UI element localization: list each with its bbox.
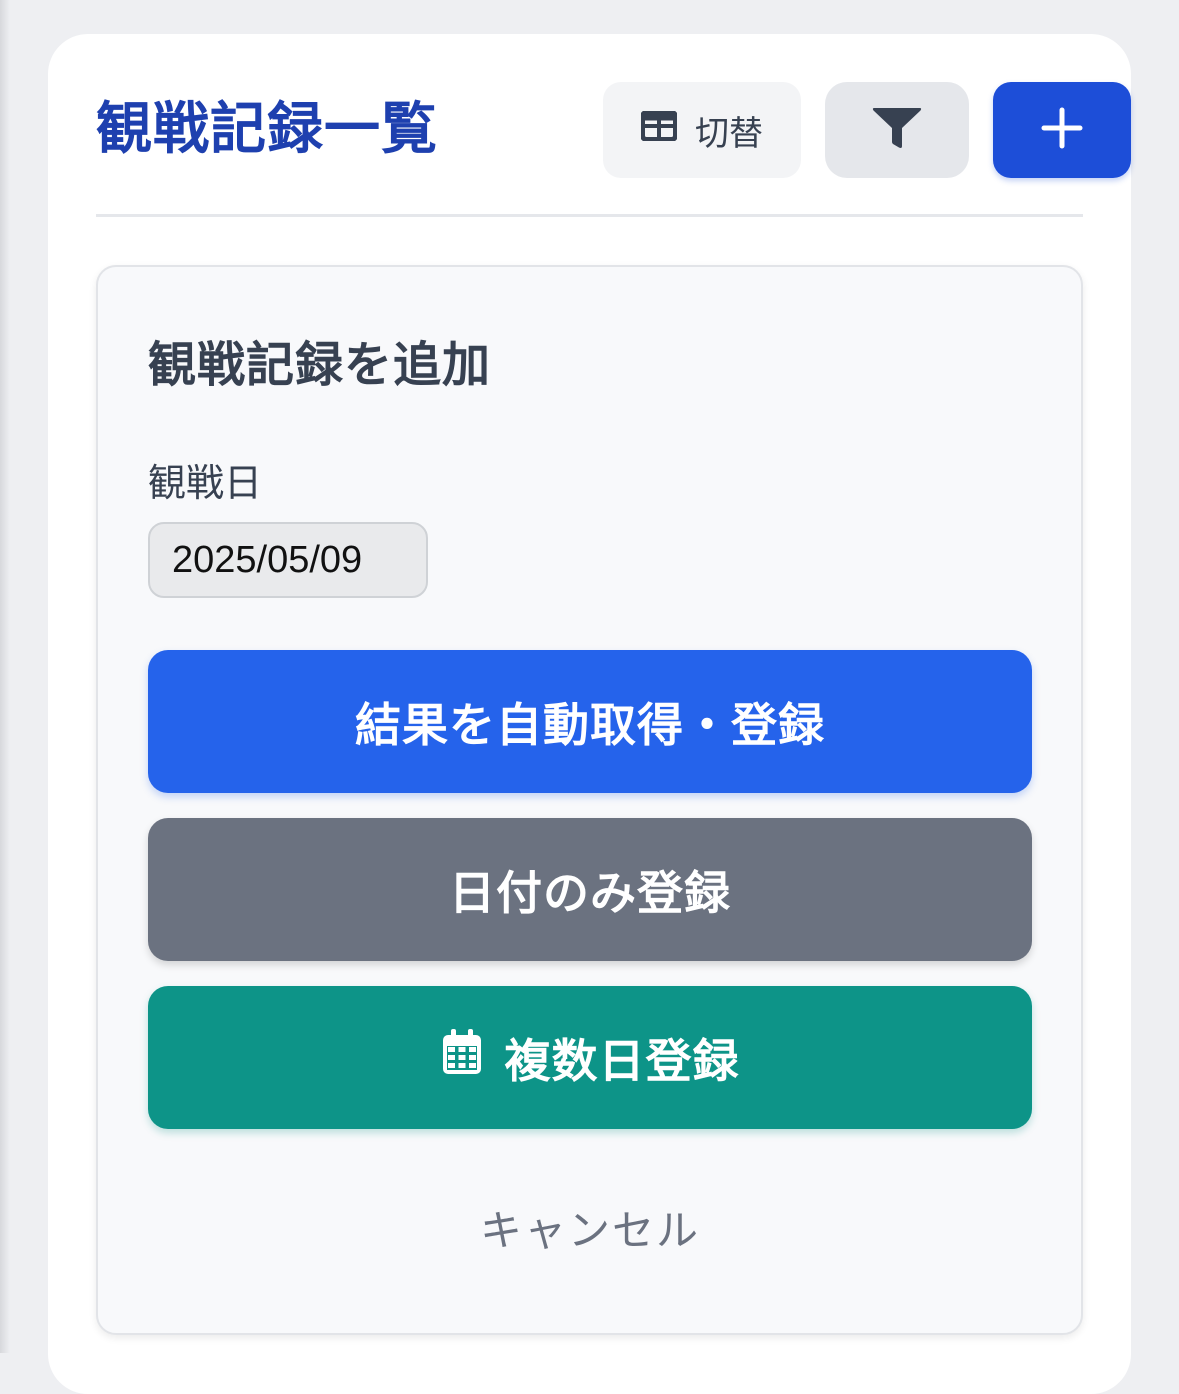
add-record-form: 観戦記録を追加 観戦日 2025/05/09 結果を自動取得・登録 日付のみ登録 [96,265,1083,1335]
add-button[interactable] [993,82,1131,178]
table-icon [640,110,678,150]
main-card: 観戦記録一覧 切替 観戦記録を追加 観戦日 2025/05/09 結果を自動取得… [48,34,1131,1394]
view-toggle-label: 切替 [695,113,763,154]
date-only-register-button[interactable]: 日付のみ登録 [148,818,1032,961]
auto-fetch-register-button[interactable]: 結果を自動取得・登録 [148,650,1032,793]
cancel-button[interactable]: キャンセル [148,1197,1032,1258]
date-only-register-label: 日付のみ登録 [449,865,731,920]
calendar-icon [441,1028,483,1087]
view-toggle-button[interactable]: 切替 [603,82,801,178]
form-title: 観戦記録を追加 [148,337,492,393]
date-field-label: 観戦日 [148,461,263,505]
plus-icon [1041,107,1083,153]
filter-button[interactable] [825,82,969,178]
date-field[interactable]: 2025/05/09 [148,522,428,598]
auto-fetch-register-label: 結果を自動取得・登録 [355,697,825,752]
page-header: 観戦記録一覧 切替 [96,82,1131,178]
page-title: 観戦記録一覧 [96,97,438,162]
page-edge-shadow [0,0,10,1353]
header-divider [96,214,1083,217]
filter-icon [871,106,923,154]
multi-day-register-label: 複数日登録 [504,1033,740,1088]
multi-day-register-button[interactable]: 複数日登録 [148,986,1032,1129]
